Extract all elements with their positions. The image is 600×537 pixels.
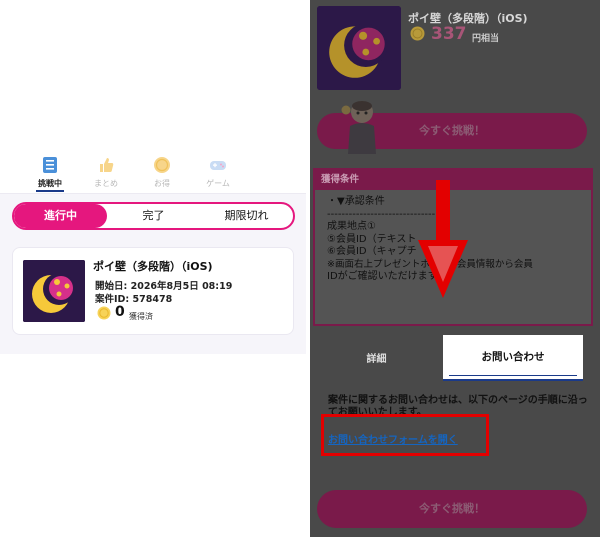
gamepad-icon (210, 161, 226, 170)
offer-thumbnail (317, 6, 401, 90)
tab-label: 挑戦中 (38, 179, 62, 188)
inquiry-form-link[interactable]: お問い合わせフォームを開く (328, 431, 458, 446)
earned-points: 0 (115, 304, 125, 320)
tab-details[interactable]: 詳細 (310, 345, 443, 375)
offer-thumbnail (23, 260, 85, 322)
segment-in-progress[interactable]: 進行中 (14, 204, 107, 228)
coin-icon (97, 306, 111, 320)
right-panel: ポイ壁（多段階）（iOS) 337 円相当 今すぐ挑戦！ 獲得条件 ・▼承認条件… (310, 0, 600, 537)
offer-title: ポイ壁（多段階）（iOS) (93, 260, 213, 273)
screenshot: 挑戦中 まとめ お得 ゲーム 進行中 完了 期限切れ ポイ壁（多段階）（iOS)… (0, 0, 600, 537)
tab-deals[interactable]: お得 (134, 153, 190, 193)
tab-game[interactable]: ゲーム (190, 153, 246, 193)
status-segmented-control: 進行中 完了 期限切れ (12, 202, 295, 230)
reward-amount: 337 (431, 24, 467, 44)
tab-challenging[interactable]: 挑戦中 (22, 153, 78, 193)
tab-summary[interactable]: まとめ (78, 153, 134, 193)
mascot-icon (341, 101, 376, 154)
offer-start-date: 開始日: 2026年8月5日 08:19 (95, 281, 233, 292)
list-icon (43, 157, 57, 173)
segment-expired[interactable]: 期限切れ (200, 204, 293, 228)
left-panel: 挑戦中 まとめ お得 ゲーム 進行中 完了 期限切れ ポイ壁（多段階）（iOS)… (0, 0, 306, 537)
tab-label: お得 (154, 179, 170, 188)
tab-label: まとめ (94, 179, 118, 188)
coin-icon (410, 26, 425, 41)
offer-title: ポイ壁（多段階）（iOS) (408, 12, 528, 25)
challenge-now-button-bottom[interactable]: 今すぐ挑戦！ (317, 490, 587, 528)
offer-case-id: 案件ID: 578478 (95, 294, 173, 305)
moon-logo-icon (23, 260, 85, 322)
tab-label: ゲーム (206, 179, 230, 188)
coin-icon (154, 157, 170, 173)
offer-card[interactable]: ポイ壁（多段階）（iOS) 開始日: 2026年8月5日 08:19 案件ID:… (12, 247, 294, 335)
bottom-nav-tabs: 挑戦中 まとめ お得 ゲーム (22, 153, 248, 193)
down-arrow-icon (418, 180, 468, 298)
tab-inquiry[interactable]: お問い合わせ (443, 335, 583, 381)
reward-unit: 円相当 (472, 34, 500, 44)
detail-tabs: 詳細 お問い合わせ (310, 335, 600, 381)
earned-label: 獲得済 (129, 312, 153, 321)
segment-completed[interactable]: 完了 (107, 204, 200, 228)
thumbs-up-icon (100, 158, 114, 172)
moon-logo-icon (317, 6, 401, 90)
